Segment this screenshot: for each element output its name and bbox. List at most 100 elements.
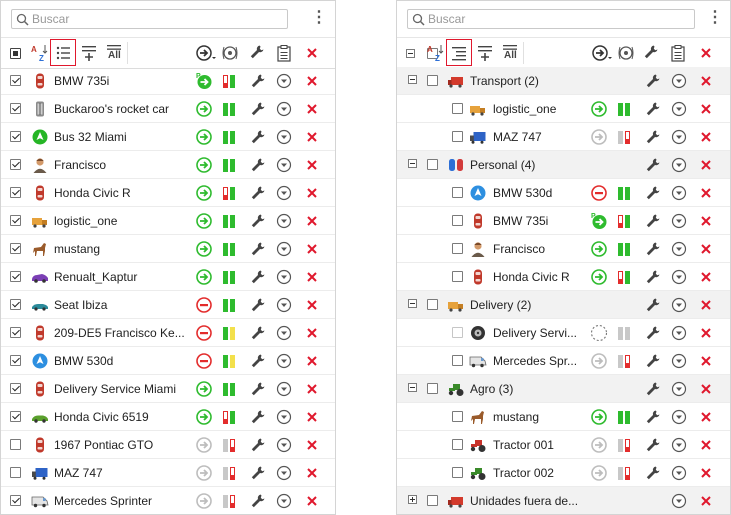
unit-menu-icon[interactable] xyxy=(671,353,689,371)
group-row[interactable]: Personal (4) xyxy=(397,151,730,179)
commands-icon[interactable] xyxy=(250,325,268,343)
motion-state-arrow-icon[interactable] xyxy=(195,380,213,398)
unit-row[interactable]: Honda Civic 6519 xyxy=(1,403,335,431)
unit-menu-icon[interactable] xyxy=(276,409,294,427)
more-options-icon[interactable]: ⋮ xyxy=(707,10,723,27)
unit-checkbox[interactable] xyxy=(10,327,21,338)
delete-icon[interactable] xyxy=(700,103,712,115)
group-row[interactable]: Delivery (2) xyxy=(397,291,730,319)
motion-state-grey-icon[interactable] xyxy=(195,492,213,510)
group-checkbox[interactable] xyxy=(427,383,438,394)
group-checkbox[interactable] xyxy=(427,75,438,86)
unit-row[interactable]: Delivery Service Miami xyxy=(1,375,335,403)
unit-row[interactable]: BMW 735i P xyxy=(397,207,730,235)
commands-icon[interactable] xyxy=(250,185,268,203)
delete-icon[interactable] xyxy=(700,243,712,255)
group-checkbox[interactable] xyxy=(427,159,438,170)
commands-column-icon[interactable] xyxy=(643,44,661,62)
unit-menu-icon[interactable] xyxy=(671,269,689,287)
unit-checkbox[interactable] xyxy=(452,215,463,226)
properties-column-icon[interactable] xyxy=(669,44,687,62)
unit-checkbox[interactable] xyxy=(10,215,21,226)
motion-state-grey-icon[interactable] xyxy=(195,464,213,482)
unit-menu-icon[interactable] xyxy=(671,241,689,259)
unit-row[interactable]: 209-DE5 Francisco Ke... xyxy=(1,319,335,347)
motion-state-arrow-icon[interactable] xyxy=(195,100,213,118)
unit-menu-icon[interactable] xyxy=(276,185,294,203)
motion-state-moving-parked-icon[interactable]: P xyxy=(195,72,213,90)
unit-row[interactable]: Renualt_Kaptur xyxy=(1,263,335,291)
motion-state-arrow-icon[interactable] xyxy=(590,100,608,118)
motion-state-arrow-icon[interactable] xyxy=(195,212,213,230)
group-row[interactable]: Transport (2) xyxy=(397,67,730,95)
unit-menu-icon[interactable] xyxy=(276,129,294,147)
group-menu-icon[interactable] xyxy=(671,493,689,511)
unit-menu-icon[interactable] xyxy=(276,101,294,119)
unit-menu-icon[interactable] xyxy=(276,465,294,483)
commands-icon[interactable] xyxy=(250,269,268,287)
unit-checkbox[interactable] xyxy=(10,299,21,310)
commands-icon[interactable] xyxy=(250,381,268,399)
group-commands-icon[interactable] xyxy=(645,73,663,91)
unit-checkbox[interactable] xyxy=(452,467,463,478)
unit-checkbox[interactable] xyxy=(10,75,21,86)
delete-icon[interactable] xyxy=(700,131,712,143)
unit-menu-icon[interactable] xyxy=(276,213,294,231)
search-field[interactable] xyxy=(11,9,288,29)
commands-icon[interactable] xyxy=(645,437,663,455)
commands-icon[interactable] xyxy=(645,129,663,147)
unit-checkbox[interactable] xyxy=(452,131,463,142)
unit-checkbox[interactable] xyxy=(10,131,21,142)
delete-icon[interactable] xyxy=(306,327,318,339)
motion-state-stop-icon[interactable] xyxy=(195,352,213,370)
delete-icon[interactable] xyxy=(306,187,318,199)
motion-state-dashed-icon[interactable] xyxy=(590,324,608,342)
group-row[interactable]: Unidades fuera de... xyxy=(397,487,730,514)
commands-column-icon[interactable] xyxy=(249,44,267,62)
collapse-all-button[interactable] xyxy=(406,49,415,58)
delete-icon[interactable] xyxy=(306,467,318,479)
commands-icon[interactable] xyxy=(645,353,663,371)
delete-icon[interactable] xyxy=(306,355,318,367)
delete-icon[interactable] xyxy=(306,299,318,311)
commands-icon[interactable] xyxy=(250,437,268,455)
group-checkbox[interactable] xyxy=(427,299,438,310)
unit-row[interactable]: Honda Civic R xyxy=(1,179,335,207)
group-menu-icon[interactable] xyxy=(671,381,689,399)
unit-checkbox[interactable] xyxy=(10,355,21,366)
unit-menu-icon[interactable] xyxy=(276,157,294,175)
add-all-button[interactable]: All xyxy=(501,44,519,62)
connection-state-column-icon[interactable] xyxy=(617,44,635,62)
unit-row[interactable]: logistic_one xyxy=(1,207,335,235)
commands-icon[interactable] xyxy=(645,213,663,231)
unit-row[interactable]: mustang xyxy=(1,235,335,263)
unit-row[interactable]: 1967 Pontiac GTO xyxy=(1,431,335,459)
unit-checkbox[interactable] xyxy=(10,411,21,422)
motion-state-grey-icon[interactable] xyxy=(590,128,608,146)
properties-column-icon[interactable] xyxy=(275,44,293,62)
delete-icon[interactable] xyxy=(306,411,318,423)
unit-row[interactable]: Francisco xyxy=(397,235,730,263)
unit-row[interactable]: MAZ 747 xyxy=(1,459,335,487)
unit-row[interactable]: Bus 32 Miami xyxy=(1,123,335,151)
unit-checkbox[interactable] xyxy=(10,271,21,282)
delete-icon[interactable] xyxy=(700,271,712,283)
motion-state-arrow-icon[interactable] xyxy=(590,408,608,426)
motion-state-arrow-icon[interactable] xyxy=(195,128,213,146)
unit-checkbox[interactable] xyxy=(452,187,463,198)
unit-menu-icon[interactable] xyxy=(276,269,294,287)
unit-row[interactable]: Mercedes Sprinter xyxy=(1,487,335,514)
search-field[interactable] xyxy=(407,9,695,29)
delete-icon[interactable] xyxy=(306,75,318,87)
unit-menu-icon[interactable] xyxy=(276,493,294,511)
unit-row[interactable]: MAZ 747 xyxy=(397,123,730,151)
delete-icon[interactable] xyxy=(700,355,712,367)
commands-icon[interactable] xyxy=(250,353,268,371)
unit-row[interactable]: Mercedes Spr... xyxy=(397,347,730,375)
commands-icon[interactable] xyxy=(250,465,268,483)
motion-state-arrow-icon[interactable] xyxy=(195,268,213,286)
motion-state-stop-icon[interactable] xyxy=(195,324,213,342)
delete-icon[interactable] xyxy=(306,131,318,143)
search-input[interactable] xyxy=(428,11,690,27)
unit-row[interactable]: mustang xyxy=(397,403,730,431)
